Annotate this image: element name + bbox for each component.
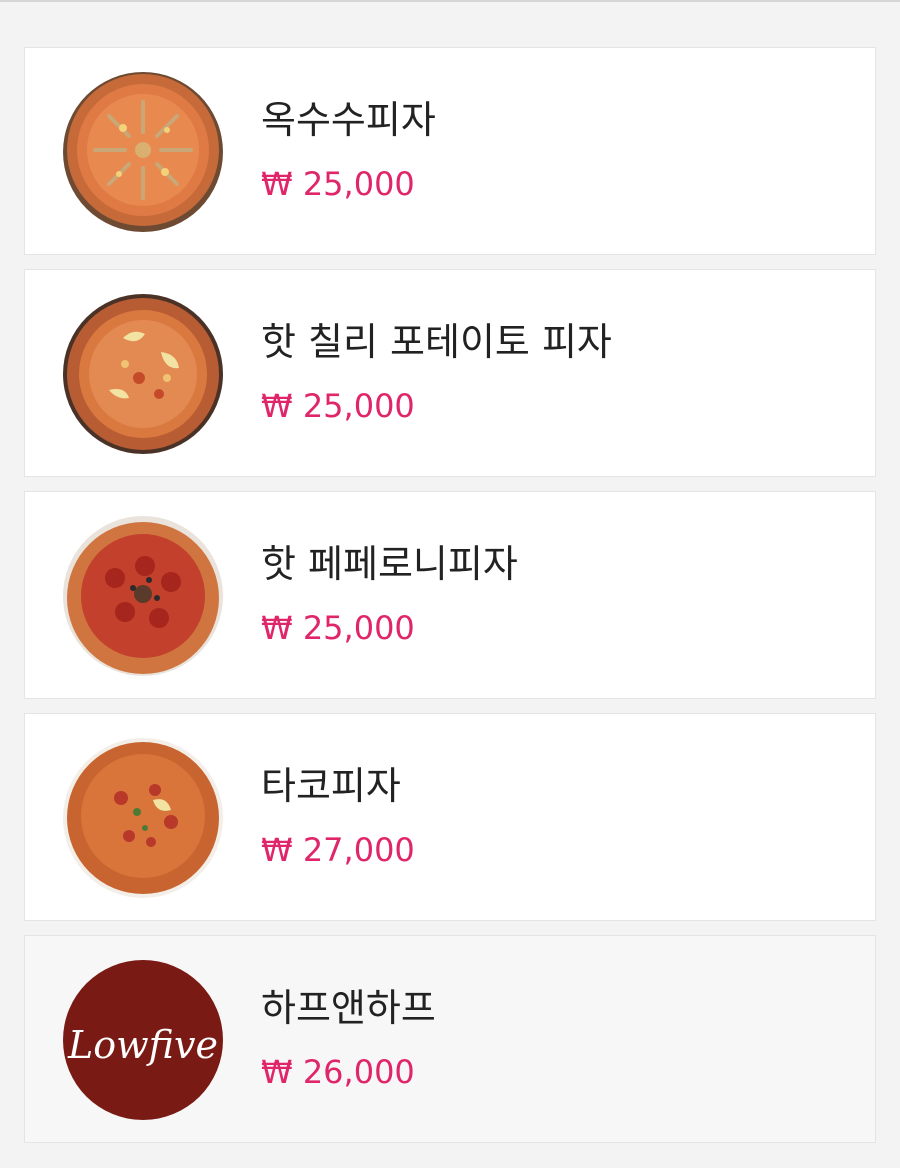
menu-item-price: ₩ 26,000 [261, 1053, 415, 1091]
menu-item-name: 핫 칠리 포테이토 피자 [261, 320, 612, 364]
menu-item-name: 옥수수피자 [261, 98, 436, 142]
pizza-thumbnail [63, 294, 223, 454]
top-divider [0, 0, 900, 2]
menu-item-name: 타코피자 [261, 764, 401, 808]
menu-item-card[interactable]: Lowfive 하프앤하프 ₩ 26,000 [24, 935, 876, 1143]
menu-list: 옥수수피자 ₩ 25,000 핫 칠리 포테이토 피자 ₩ 25,000 핫 페… [24, 47, 876, 1157]
menu-item-price: ₩ 27,000 [261, 831, 415, 869]
pizza-image [63, 516, 223, 676]
menu-item-price: ₩ 25,000 [261, 165, 415, 203]
menu-item-price: ₩ 25,000 [261, 387, 415, 425]
menu-item-price: ₩ 25,000 [261, 609, 415, 647]
menu-item-card[interactable]: 핫 칠리 포테이토 피자 ₩ 25,000 [24, 269, 876, 477]
menu-item-card[interactable]: 옥수수피자 ₩ 25,000 [24, 47, 876, 255]
menu-item-card[interactable]: 타코피자 ₩ 27,000 [24, 713, 876, 921]
pizza-image [63, 72, 223, 232]
pizza-thumbnail [63, 516, 223, 676]
lowfive-logo: Lowfive [63, 960, 223, 1120]
menu-item-card[interactable]: 핫 페페로니피자 ₩ 25,000 [24, 491, 876, 699]
menu-item-name: 핫 페페로니피자 [261, 542, 518, 586]
svg-text:Lowfive: Lowfive [67, 1023, 218, 1067]
menu-item-name: 하프앤하프 [261, 986, 436, 1030]
pizza-image [63, 738, 223, 898]
brand-logo-thumbnail: Lowfive [63, 960, 223, 1120]
pizza-image [63, 294, 223, 454]
pizza-thumbnail [63, 72, 223, 232]
pizza-thumbnail [63, 738, 223, 898]
